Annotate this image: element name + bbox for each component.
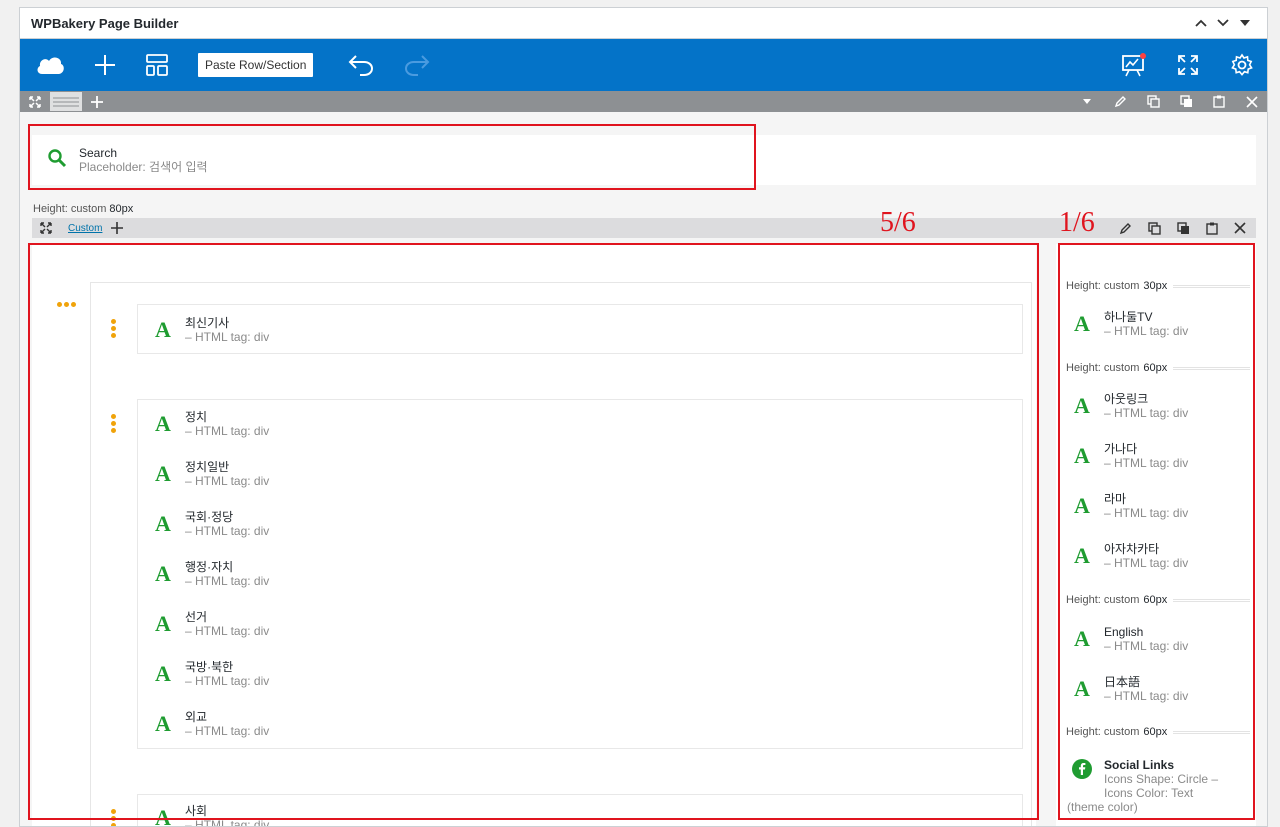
chevron-up-icon[interactable] [1190, 12, 1212, 34]
row-toggle-icon[interactable] [1076, 99, 1098, 104]
row-layout-icon[interactable] [50, 92, 82, 111]
inner-copy-icon[interactable] [1177, 221, 1190, 235]
panel-header: WPBakery Page Builder [20, 8, 1267, 39]
row-height-note: Height: custom 80px [33, 203, 133, 215]
annotation-left-column-box [28, 243, 1039, 820]
annotation-left-ratio-label: 5/6 [880, 207, 916, 238]
fullscreen-icon[interactable] [1161, 39, 1215, 91]
row-clone-icon[interactable] [1142, 95, 1164, 108]
row-copy-icon[interactable] [1175, 95, 1197, 108]
cloud-logo-icon[interactable] [20, 39, 80, 91]
row-add-column-icon[interactable] [82, 91, 112, 112]
row-controls-bar [20, 91, 1267, 112]
annotation-right-column-box [1058, 243, 1255, 820]
inner-row-add-icon[interactable] [102, 218, 132, 238]
panel-title: WPBakery Page Builder [31, 15, 179, 31]
settings-gear-icon[interactable] [1215, 39, 1267, 91]
builder-navbar: Paste Row/Section [20, 39, 1267, 91]
inner-clone-icon[interactable] [1148, 221, 1161, 235]
annotation-search-box [28, 124, 756, 190]
add-element-button[interactable] [80, 39, 130, 91]
templates-icon[interactable] [130, 39, 184, 91]
row-height-label: Height: custom [33, 203, 107, 215]
undo-icon[interactable] [333, 39, 389, 91]
chevron-down-icon[interactable] [1212, 12, 1234, 34]
inner-row-move-icon[interactable] [32, 218, 60, 238]
row-move-icon[interactable] [20, 91, 50, 112]
inner-edit-pencil-icon[interactable] [1119, 222, 1132, 235]
paste-row-section-button[interactable]: Paste Row/Section [198, 53, 314, 77]
row-paste-clipboard-icon[interactable] [1208, 95, 1230, 108]
row-edit-pencil-icon[interactable] [1109, 95, 1131, 108]
inner-delete-close-icon[interactable] [1234, 222, 1246, 234]
annotation-right-ratio-label: 1/6 [1059, 207, 1095, 238]
row-height-value: 80px [109, 203, 134, 215]
seo-presentation-icon[interactable] [1107, 39, 1161, 91]
inner-paste-clipboard-icon[interactable] [1206, 222, 1218, 235]
row-delete-close-icon[interactable] [1241, 95, 1263, 108]
tab-custom-layout[interactable]: Custom [68, 223, 102, 234]
redo-icon[interactable] [389, 39, 445, 91]
caret-down-icon[interactable] [1234, 12, 1256, 34]
